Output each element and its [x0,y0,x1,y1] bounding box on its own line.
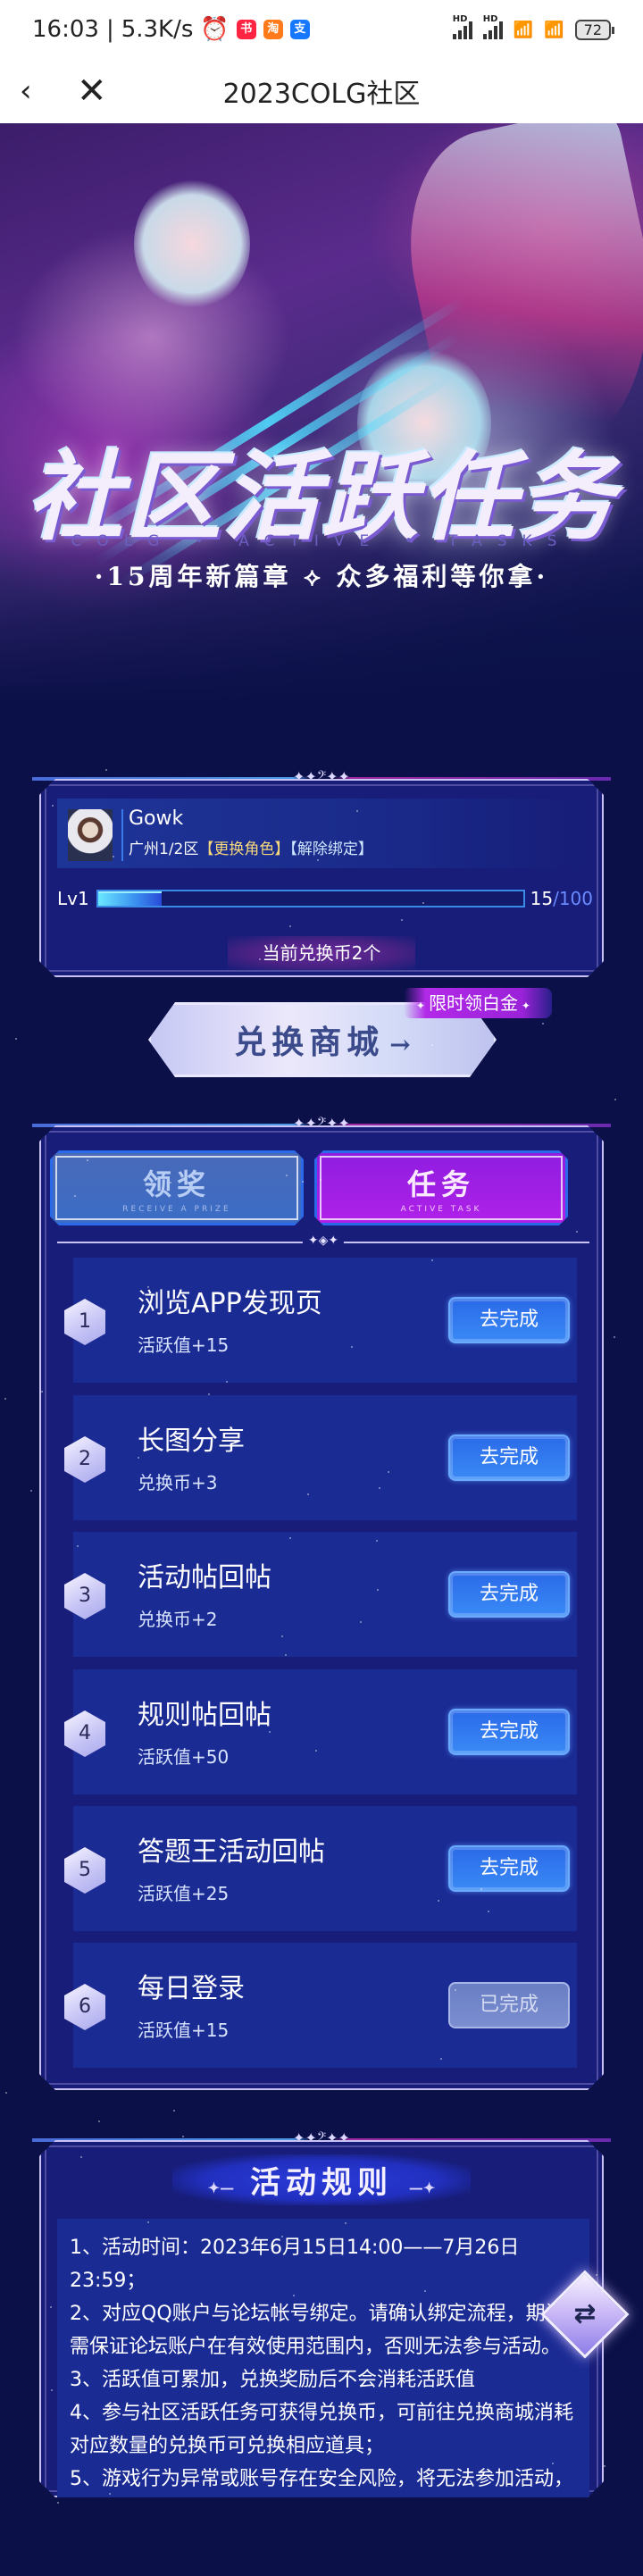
limited-platinum-badge: 限时领白金 [404,988,552,1018]
close-icon[interactable]: ✕ [77,71,107,112]
change-role-link[interactable]: 【更换角色】 [198,841,289,858]
tab-label: 任务 [406,1167,475,1201]
task-go-complete-button[interactable]: 去完成 [448,1709,570,1755]
progress-current: 15 [530,888,554,909]
task-reward: 活跃值+50 [138,1746,230,1768]
user-server-line: 广州1/2区【更换角色】【解除绑定】 [129,836,373,858]
status-bar: 16:03 | 5.3K/s ⏰ 书 淘 支 HD HD 📶 📶 72 [0,0,643,59]
task-item: 3 活动帖回帖 兑换币+2 去完成 [59,1532,595,1657]
star-dot [182,2136,184,2137]
refresh-swap-icon[interactable]: ⇄ [561,2288,609,2340]
server-name: 广州1/2区 [129,841,199,858]
task-reward: 兑换币+3 [138,1472,218,1493]
section-divider: ✦◈✦ [57,1242,589,1243]
tab-sublabel: ACTIVE TASK [400,1205,482,1214]
arrow-right-icon: → [389,1030,411,1059]
star-dot [542,1023,544,1025]
avatar-divider [121,809,123,861]
user-info-row: Gowk 广州1/2区【更换角色】【解除绑定】 [57,799,589,868]
task-name: 答题王活动回帖 [138,1836,325,1868]
alarm-icon: ⏰ [200,16,230,43]
level-progress-bar [96,890,525,907]
task-reward: 兑换币+2 [138,1609,218,1630]
avatar [68,809,113,861]
task-go-complete-button[interactable]: 去完成 [448,1571,570,1618]
cell-signal-icon-1: HD [452,14,472,39]
star-dot [173,2110,175,2112]
cell-signal-icon-2: HD [482,14,503,39]
user-name: Gowk [129,807,184,830]
shop-label-text: 兑换商城 [234,1024,385,1061]
hero-subtitle-en: COLG • ACTIVE • TASKS [71,532,572,550]
task-go-complete-button[interactable]: 去完成 [448,1297,570,1343]
task-name: 浏览APP发现页 [138,1288,322,1319]
network-speed: 5.3K/s [121,16,194,43]
star-dot [105,769,107,771]
rule-line: 2、对应QQ账户与论坛帐号绑定。请确认绑定流程，期间需保证论坛账户在有效使用范围… [70,2303,565,2358]
star-dot [15,1038,17,1040]
task-go-complete-button[interactable]: 去完成 [448,1434,570,1481]
star-dot [604,2465,605,2467]
wifi-6-icon: 📶 [544,20,564,39]
task-item: 2 长图分享 兑换币+3 去完成 [59,1395,595,1520]
rules-title: ✦— 活动规则 —✦ [172,2154,472,2205]
hero-art-character-left [134,177,250,311]
tab-sublabel: RECEIVE A PRIZE [122,1205,231,1214]
task-panel: 领奖 RECEIVE A PRIZE 任务 ACTIVE TASK ✦◈✦ 1浏… [39,1125,604,2090]
level-progress-fill [98,891,162,906]
star-dot [5,2092,7,2094]
tab-active-task[interactable]: 任务 ACTIVE TASK [314,1150,568,1225]
taobao-icon: 淘 [263,20,283,39]
task-name: 每日登录 [138,1973,245,2004]
rule-line: 5、游戏行为异常或账号存在安全风险，将无法参加活动，可前往腾讯游戏信用查询账号信… [70,2468,573,2523]
back-icon[interactable]: ‹ [20,73,32,109]
hero-subtitle-cn: ·15周年新篇章 ⟡ 众多福利等你拿· [94,562,549,591]
nav-bar: ‹ ✕ 2023COLG社区 [0,59,643,123]
task-item: 1 浏览APP发现页 活跃值+15 去完成 [59,1258,595,1383]
rules-panel: ✦— 活动规则 —✦ 1、活动时间：2023年6月15日14:00——7月26日… [39,2140,604,2497]
level-label: Lv1 [57,888,89,909]
task-reward: 活跃值+15 [138,1334,230,1356]
tab-receive-prize[interactable]: 领奖 RECEIVE A PRIZE [50,1150,304,1225]
star-dot [57,2502,59,2504]
star-dot [614,1099,616,1100]
progress-max: /100 [553,888,593,909]
star-dot [4,1398,6,1400]
task-item: 4 规则帖回帖 活跃值+50 去完成 [59,1669,595,1794]
task-name: 活动帖回帖 [138,1562,271,1593]
star-dot [98,2120,100,2122]
xiaohongshu-icon: 书 [236,20,256,39]
star-dot [614,1336,615,1338]
user-card: Gowk 广州1/2区【更换角色】【解除绑定】 Lv1 15/100 当前兑换币… [39,779,604,977]
battery-icon: 72 [574,19,615,40]
task-reward: 活跃值+15 [138,2020,230,2041]
task-completed-button[interactable]: 已完成 [448,1982,570,2028]
task-item: 6 每日登录 活跃值+15 已完成 [59,1943,595,2068]
task-name: 长图分享 [138,1426,245,1457]
rule-line: 1、活动时间：2023年6月15日14:00——7月26日23:59； [70,2237,520,2292]
wifi-plus-icon: 📶 [513,20,534,39]
level-row: Lv1 15/100 [57,886,593,913]
rule-line: 3、活跃值可累加，兑换奖励后不会消耗活跃值 [70,2369,475,2391]
unbind-link[interactable]: 【解除绑定】 [289,841,373,858]
task-go-complete-button[interactable]: 去完成 [448,1845,570,1892]
task-name: 规则帖回帖 [138,1700,271,1731]
separator: | [105,16,114,43]
rules-title-text: 活动规则 [250,2165,393,2201]
clock-time: 16:03 [32,16,99,43]
rules-body: 1、活动时间：2023年6月15日14:00——7月26日23:59； 2、对应Q… [57,2219,589,2576]
level-progress-value: 15/100 [530,888,593,909]
tab-label: 领奖 [142,1167,211,1201]
star-dot [30,1490,32,1492]
rules-header: ✦— 活动规则 —✦ [41,2154,602,2208]
task-reward: 活跃值+25 [138,1883,230,1904]
rule-line: 4、参与社区活跃任务可获得兑换币，可前往兑换商城消耗对应数量的兑换币可兑换相应道… [70,2402,573,2457]
task-item: 5 答题王活动回帖 活跃值+25 去完成 [59,1806,595,1931]
coin-balance: 当前兑换币2个 [228,936,415,970]
alipay-icon: 支 [289,20,310,39]
